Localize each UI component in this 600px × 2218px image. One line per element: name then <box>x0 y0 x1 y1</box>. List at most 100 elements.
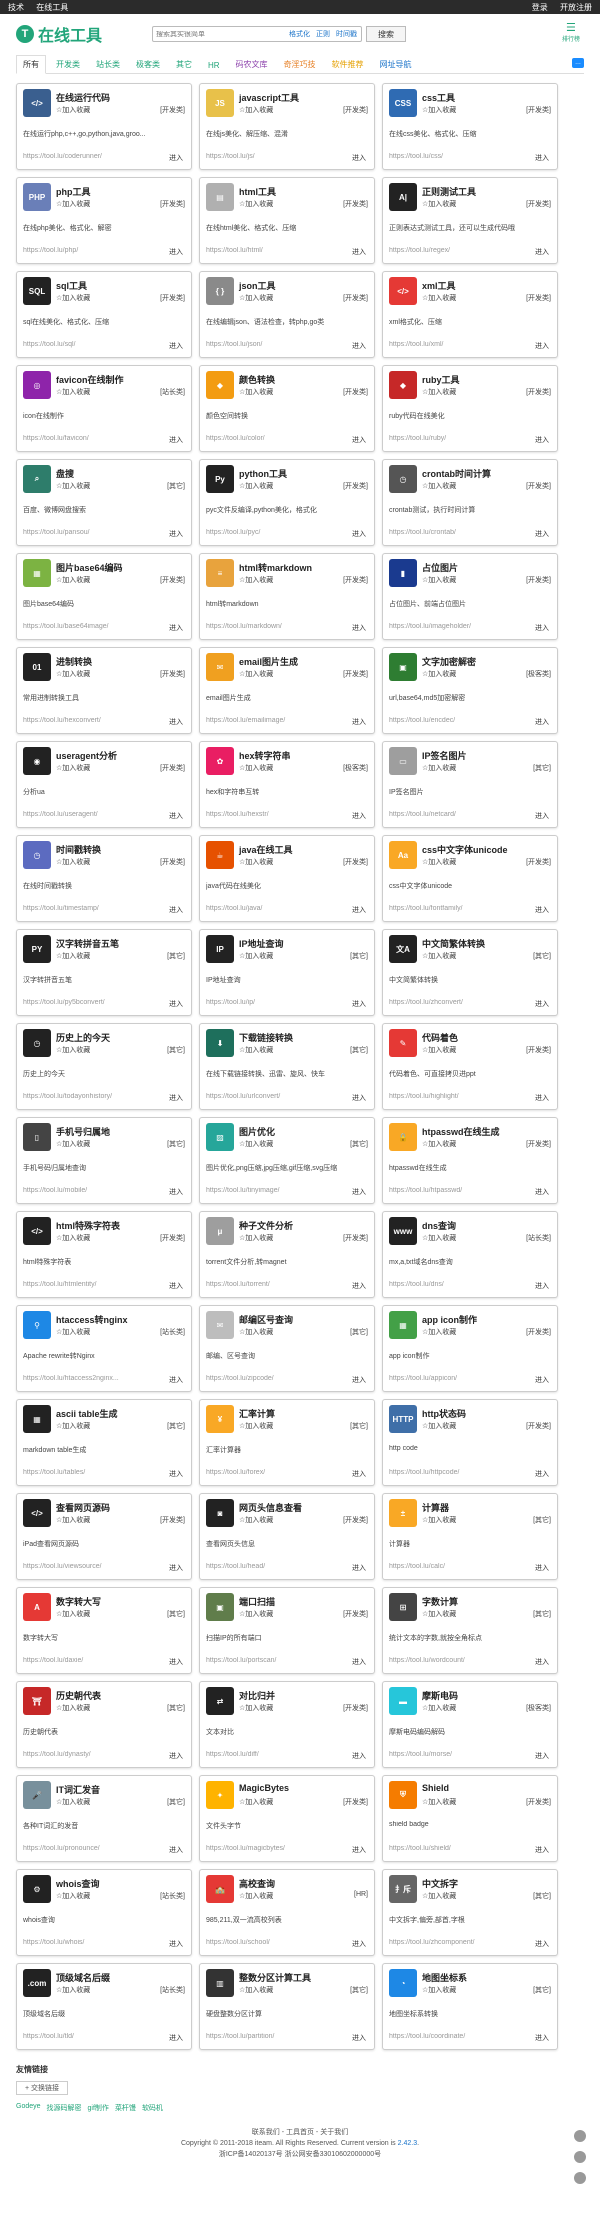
tool-title[interactable]: 对比归并 <box>239 1689 275 1702</box>
tool-card[interactable]: 文A 中文简繁体转换 ☆加入收藏 [其它] 中文简繁体转换 https://tool.lu… <box>382 929 558 1016</box>
login-link[interactable]: 登录 <box>532 3 548 12</box>
enter-button[interactable]: 进入 <box>535 999 549 1009</box>
tool-category[interactable]: [极客类] <box>343 763 368 773</box>
tool-title[interactable]: whois查询 <box>56 1877 100 1890</box>
add-favorite-button[interactable]: ☆加入收藏 <box>239 1139 273 1149</box>
tool-category[interactable]: [开发类] <box>526 1421 551 1431</box>
add-favorite-button[interactable]: ☆加入收藏 <box>56 1703 90 1713</box>
enter-button[interactable]: 进入 <box>352 999 366 1009</box>
tool-title[interactable]: hex转字符串 <box>239 749 291 762</box>
add-favorite-button[interactable]: ☆加入收藏 <box>422 1045 456 1055</box>
tool-title[interactable]: 种子文件分析 <box>239 1219 293 1232</box>
tool-card[interactable]: ▦ ascii table生成 ☆加入收藏 [其它] markdown table生成 h… <box>16 1399 192 1486</box>
tool-title[interactable]: 中文拆字 <box>422 1877 458 1890</box>
tool-card[interactable]: ◆ 颜色转换 ☆加入收藏 [开发类] 颜色空间转换 https://tool.lu/col… <box>199 365 375 452</box>
tool-card[interactable]: ☕ java在线工具 ☆加入收藏 [开发类] java代码在线美化 https://too… <box>199 835 375 922</box>
tool-category[interactable]: [开发类] <box>160 763 185 773</box>
tool-title[interactable]: 盘搜 <box>56 467 74 480</box>
tool-card[interactable]: Aa css中文字体unicode ☆加入收藏 [开发类] css中文字体unicode… <box>382 835 558 922</box>
tool-title[interactable]: 汇率计算 <box>239 1407 275 1420</box>
add-favorite-button[interactable]: ☆加入收藏 <box>422 1139 456 1149</box>
tool-category[interactable]: [开发类] <box>526 293 551 303</box>
tool-category[interactable]: [开发类] <box>343 857 368 867</box>
enter-button[interactable]: 进入 <box>535 1939 549 1949</box>
tool-category[interactable]: [开发类] <box>343 669 368 679</box>
search-tag-timestamp[interactable]: 时间戳 <box>336 29 357 39</box>
tool-category[interactable]: [其它] <box>350 951 368 961</box>
tool-card[interactable]: ▭ IP签名图片 ☆加入收藏 [其它] IP签名图片 https://tool.lu/ne… <box>382 741 558 828</box>
add-favorite-button[interactable]: ☆加入收藏 <box>422 1327 456 1337</box>
tool-title[interactable]: 代码着色 <box>422 1031 458 1044</box>
tool-title[interactable]: 文字加密解密 <box>422 655 476 668</box>
tool-category[interactable]: [其它] <box>533 1515 551 1525</box>
enter-button[interactable]: 进入 <box>535 811 549 821</box>
tool-category[interactable]: [开发类] <box>343 1703 368 1713</box>
tool-title[interactable]: 中文简繁体转换 <box>422 937 485 950</box>
enter-button[interactable]: 进入 <box>352 341 366 351</box>
add-favorite-button[interactable]: ☆加入收藏 <box>56 1891 90 1901</box>
tool-card[interactable]: ▦ 图片base64编码 ☆加入收藏 [开发类] 图片base64编码 https://t… <box>16 553 192 640</box>
enter-button[interactable]: 进入 <box>169 1469 183 1479</box>
tool-title[interactable]: 进制转换 <box>56 655 92 668</box>
search-tag-regex[interactable]: 正则 <box>316 29 330 39</box>
tool-card[interactable]: </> xml工具 ☆加入收藏 [开发类] xml格式化、压缩 https://tool.… <box>382 271 558 358</box>
tool-title[interactable]: python工具 <box>239 467 287 480</box>
tool-card[interactable]: ✉ email图片生成 ☆加入收藏 [开发类] email图片生成 https://too… <box>199 647 375 734</box>
tool-title[interactable]: 高校查询 <box>239 1877 275 1890</box>
tool-card[interactable]: A| 正则测试工具 ☆加入收藏 [开发类] 正则表达式测试工具，还可以生成代码哦 http… <box>382 177 558 264</box>
search-tag-format[interactable]: 格式化 <box>289 29 310 39</box>
tool-title[interactable]: 颜色转换 <box>239 373 275 386</box>
tab-other[interactable]: 其它 <box>170 56 198 73</box>
tool-card[interactable]: ⚲ htaccess转nginx ☆加入收藏 [站长类] Apache rewrite转… <box>16 1305 192 1392</box>
qq-icon[interactable] <box>574 2130 586 2142</box>
tool-category[interactable]: [开发类] <box>526 387 551 397</box>
tool-title[interactable]: 占位图片 <box>422 561 458 574</box>
add-favorite-button[interactable]: ☆加入收藏 <box>239 1233 273 1243</box>
add-favorite-button[interactable]: ☆加入收藏 <box>56 481 90 491</box>
tool-card[interactable]: ◷ 时间戳转换 ☆加入收藏 [开发类] 在线时间戳转换 https://tool.lu/t… <box>16 835 192 922</box>
tool-category[interactable]: [开发类] <box>160 105 185 115</box>
tool-category[interactable]: [其它] <box>167 1139 185 1149</box>
tool-card[interactable]: .com 顶级域名后缀 ☆加入收藏 [站长类] 顶级域名后缀 https://tool.l… <box>16 1963 192 2050</box>
enter-button[interactable]: 进入 <box>535 717 549 727</box>
tool-card[interactable]: JS javascript工具 ☆加入收藏 [开发类] 在线js美化、解压缩、混淆 htt… <box>199 83 375 170</box>
add-favorite-button[interactable]: ☆加入收藏 <box>56 1045 90 1055</box>
add-favorite-button[interactable]: ☆加入收藏 <box>56 1797 90 1807</box>
add-favorite-button[interactable]: ☆加入收藏 <box>239 1327 273 1337</box>
tool-title[interactable]: useragent分析 <box>56 749 117 762</box>
tool-title[interactable]: java在线工具 <box>239 843 293 856</box>
enter-button[interactable]: 进入 <box>535 435 549 445</box>
add-favorite-button[interactable]: ☆加入收藏 <box>56 387 90 397</box>
tool-card[interactable]: ⊞ 字数计算 ☆加入收藏 [其它] 统计文本的字数,就按全角标点 https://tool… <box>382 1587 558 1674</box>
add-favorite-button[interactable]: ☆加入收藏 <box>239 1703 273 1713</box>
tool-category[interactable]: [开发类] <box>526 1797 551 1807</box>
enter-button[interactable]: 进入 <box>535 341 549 351</box>
tool-card[interactable]: ¥ 汇率计算 ☆加入收藏 [其它] 汇率计算器 https://tool.lu/forex… <box>199 1399 375 1486</box>
tool-title[interactable]: html特殊字符表 <box>56 1219 120 1232</box>
enter-button[interactable]: 进入 <box>169 1093 183 1103</box>
enter-button[interactable]: 进入 <box>169 717 183 727</box>
add-favorite-button[interactable]: ☆加入收藏 <box>239 387 273 397</box>
tool-category[interactable]: [开发类] <box>526 1327 551 1337</box>
add-favorite-button[interactable]: ☆加入收藏 <box>56 951 90 961</box>
tool-title[interactable]: json工具 <box>239 279 276 292</box>
tool-category[interactable]: [极客类] <box>526 669 551 679</box>
friend-link[interactable]: 软码机 <box>142 2103 163 2113</box>
tool-card[interactable]: A 数字转大写 ☆加入收藏 [其它] 数字转大写 https://tool.lu/daxi… <box>16 1587 192 1674</box>
tool-title[interactable]: 图片base64编码 <box>56 561 123 574</box>
tool-category[interactable]: [开发类] <box>160 669 185 679</box>
tool-card[interactable]: ▥ 整数分区计算工具 ☆加入收藏 [其它] 硬盘整数分区计算 https://tool.l… <box>199 1963 375 2050</box>
enter-button[interactable]: 进入 <box>169 905 183 915</box>
tool-card[interactable]: ⛩ 历史朝代表 ☆加入收藏 [其它] 历史朝代表 https://tool.lu/dyna… <box>16 1681 192 1768</box>
tool-title[interactable]: sql工具 <box>56 279 87 292</box>
tool-card[interactable]: ⚙ whois查询 ☆加入收藏 [站长类] whois查询 https://tool.lu… <box>16 1869 192 1956</box>
tool-card[interactable]: ◙ 网页头信息查看 ☆加入收藏 [开发类] 查看网页头信息 https://tool.lu… <box>199 1493 375 1580</box>
enter-button[interactable]: 进入 <box>535 1845 549 1855</box>
add-favorite-button[interactable]: ☆加入收藏 <box>239 1797 273 1807</box>
enter-button[interactable]: 进入 <box>535 1187 549 1197</box>
add-favorite-button[interactable]: ☆加入收藏 <box>422 481 456 491</box>
tool-category[interactable]: [站长类] <box>160 1891 185 1901</box>
tool-category[interactable]: [开发类] <box>526 105 551 115</box>
tool-title[interactable]: 整数分区计算工具 <box>239 1971 311 1984</box>
tool-card[interactable]: 🔒 htpasswd在线生成 ☆加入收藏 [开发类] htpasswd在线生成 https… <box>382 1117 558 1204</box>
